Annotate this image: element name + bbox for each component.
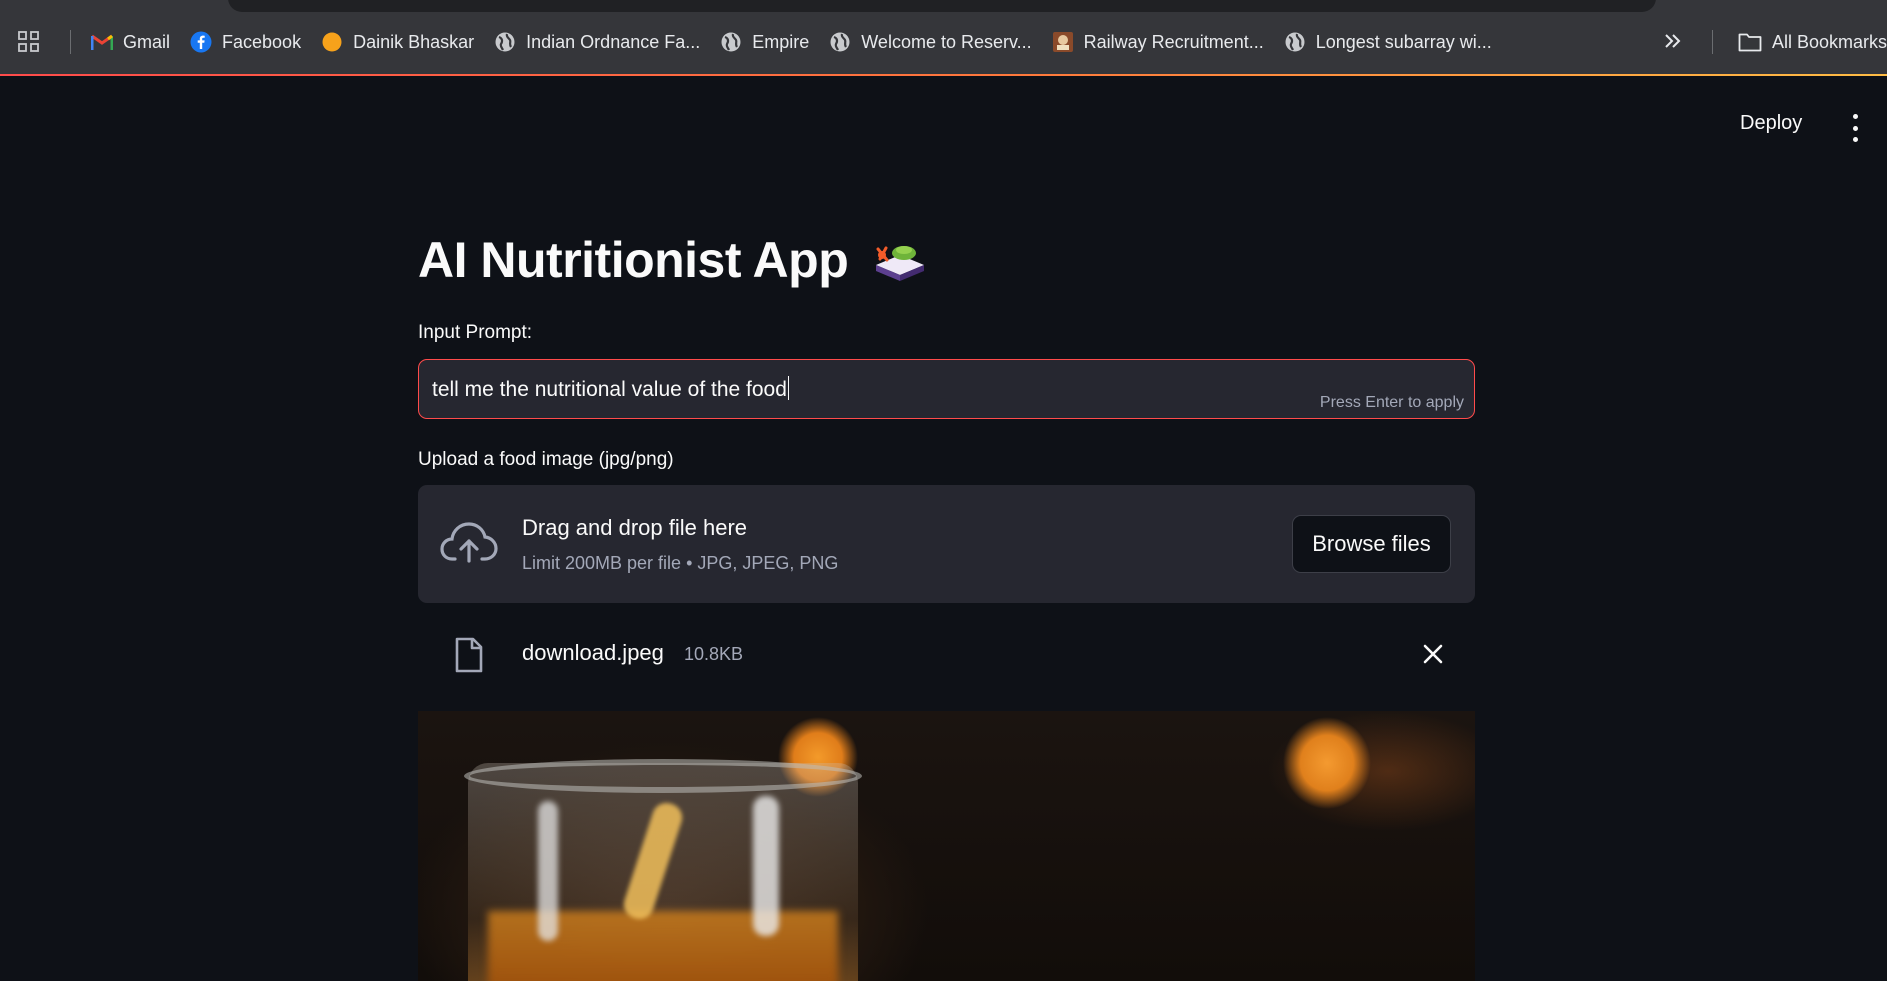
uploaded-image-preview	[418, 711, 1475, 981]
file-icon	[454, 637, 484, 673]
bookmark-label: Gmail	[123, 31, 171, 52]
kebab-menu-icon	[1852, 114, 1858, 119]
bookmark-label: Empire	[752, 31, 810, 52]
globe-icon	[494, 31, 516, 53]
prompt-input-hint: Press Enter to apply	[1319, 394, 1464, 411]
prompt-input-value[interactable]: tell me the nutritional value of the foo…	[432, 376, 790, 402]
bookmarks-separator	[70, 30, 71, 54]
bookmark-railway-recruitment[interactable]: Railway Recruitment...	[1042, 22, 1274, 62]
bookmarks-separator	[1712, 30, 1713, 54]
facebook-icon	[190, 31, 212, 53]
bookmark-label: Longest subarray wi...	[1315, 31, 1492, 52]
bookmark-dainik-bhaskar[interactable]: Dainik Bhaskar	[311, 22, 484, 62]
page-title: AI Nutritionist App	[418, 232, 849, 288]
all-bookmarks-label: All Bookmarks	[1772, 31, 1887, 52]
bookmark-label: Railway Recruitment...	[1083, 31, 1264, 52]
dropzone-subtitle: Limit 200MB per file • JPG, JPEG, PNG	[522, 553, 839, 573]
bookmark-longest-subarray[interactable]: Longest subarray wi...	[1274, 22, 1502, 62]
dropzone-title: Drag and drop file here	[522, 515, 748, 540]
food-tray-emoji-icon	[870, 237, 926, 283]
browser-bookmarks-bar: Gmail Facebook Dainik Bhaskar Indian Ord…	[0, 0, 1887, 76]
bookmark-empire[interactable]: Empire	[710, 22, 819, 62]
apps-button[interactable]	[8, 22, 60, 62]
uploaded-file-row: download.jpeg 10.8KB	[418, 625, 1475, 683]
globe-icon	[1284, 31, 1306, 53]
bookmark-label: Welcome to Reserv...	[861, 31, 1032, 52]
chevron-double-right-icon	[1664, 29, 1682, 55]
bookmark-indian-ordnance[interactable]: Indian Ordnance Fa...	[484, 22, 710, 62]
prompt-input[interactable]: tell me the nutritional value of the foo…	[418, 359, 1475, 419]
globe-icon	[829, 31, 851, 53]
dainik-bhaskar-icon	[321, 31, 343, 53]
prompt-label: Input Prompt:	[418, 322, 533, 343]
bookmark-label: Facebook	[222, 31, 302, 52]
browse-files-button[interactable]: Browse files	[1292, 515, 1451, 573]
bookmark-welcome-to-reserv[interactable]: Welcome to Reserv...	[819, 22, 1041, 62]
gmail-icon	[91, 31, 113, 53]
all-bookmarks-button[interactable]: All Bookmarks	[1738, 22, 1887, 62]
apps-grid-icon	[18, 31, 40, 53]
page-title-row: AI Nutritionist App	[418, 230, 1475, 290]
close-icon[interactable]	[1421, 642, 1445, 666]
file-name: download.jpeg	[522, 640, 664, 665]
bookmark-gmail[interactable]: Gmail	[81, 22, 180, 62]
text-caret	[787, 376, 790, 400]
folder-icon	[1738, 32, 1762, 52]
deploy-button[interactable]: Deploy	[1740, 112, 1802, 135]
file-size: 10.8KB	[684, 644, 744, 664]
bookmark-label: Dainik Bhaskar	[353, 31, 475, 52]
railway-icon	[1052, 31, 1074, 53]
file-dropzone[interactable]: Drag and drop file here Limit 200MB per …	[418, 485, 1475, 603]
cloud-upload-icon	[440, 521, 498, 565]
globe-icon	[720, 31, 742, 53]
bookmarks-list: Gmail Facebook Dainik Bhaskar Indian Ord…	[0, 22, 1887, 62]
address-bar[interactable]	[228, 0, 1656, 12]
upload-label: Upload a food image (jpg/png)	[418, 449, 674, 470]
bookmark-facebook[interactable]: Facebook	[180, 22, 311, 62]
bookmark-label: Indian Ordnance Fa...	[526, 31, 701, 52]
main-content: AI Nutritionist App Input Prompt: tell m…	[418, 230, 1475, 981]
main-menu-button[interactable]	[1843, 114, 1867, 142]
more-bookmarks-button[interactable]	[1664, 22, 1682, 62]
streamlit-decoration-line	[0, 74, 1887, 76]
